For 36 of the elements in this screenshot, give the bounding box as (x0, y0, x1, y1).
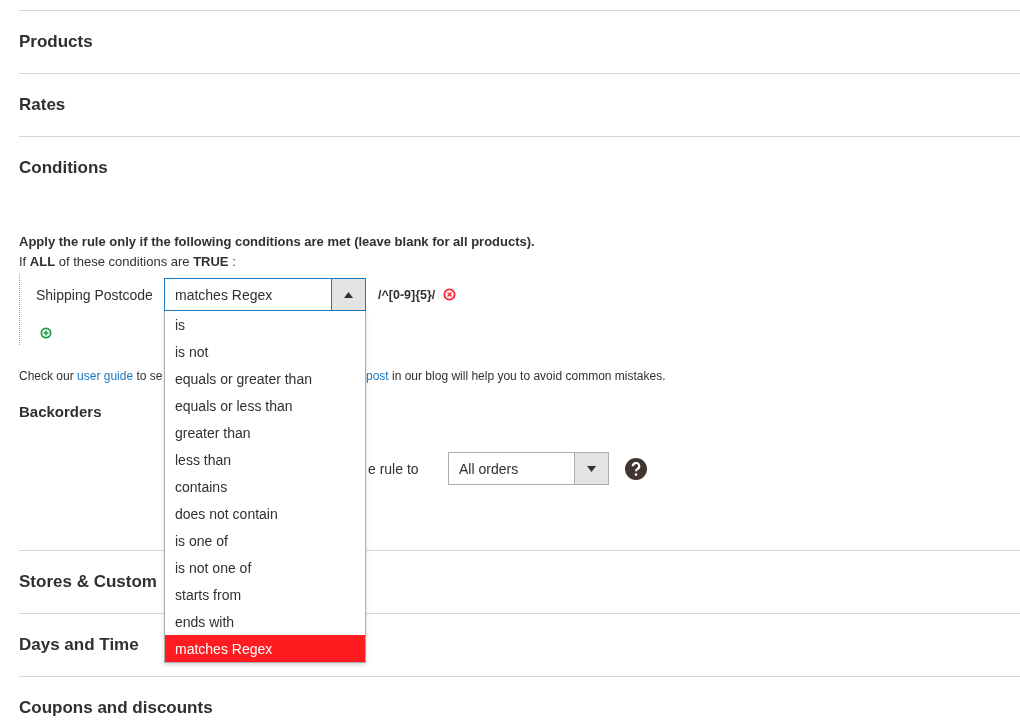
dropdown-option[interactable]: is not (165, 338, 365, 365)
help-text: Check our user guide to se (19, 369, 164, 383)
dropdown-option[interactable]: equals or greater than (165, 365, 365, 392)
dropdown-option[interactable]: less than (165, 446, 365, 473)
conditions-intro: Apply the rule only if the following conditions are met (leave blank for all products). (19, 234, 536, 249)
dropdown-option[interactable]: contains (165, 473, 365, 500)
conditions-aggregator-text: If ALL of these conditions are TRUE : (19, 254, 237, 269)
help-icon[interactable] (625, 457, 647, 480)
condition-value[interactable]: /^[0-9]{5}/ (378, 287, 436, 302)
section-title: Stores & Custom (19, 572, 157, 592)
remove-icon[interactable] (443, 288, 457, 301)
section-title: Products (19, 32, 93, 52)
operator-select[interactable]: matches Regex (164, 278, 366, 311)
dropdown-option[interactable]: does not contain (165, 500, 365, 527)
dropdown-option[interactable]: greater than (165, 419, 365, 446)
dropdown-option[interactable]: is one of (165, 527, 365, 554)
add-icon[interactable] (40, 327, 52, 339)
dropdown-option[interactable]: starts from (165, 581, 365, 608)
section-title: Rates (19, 95, 66, 115)
dropdown-option[interactable]: equals or less than (165, 392, 365, 419)
section-title: Coupons and discounts (19, 698, 213, 718)
caret-icon (344, 291, 353, 298)
help-text: post in our blog will help you to avoid common mistakes. (366, 369, 666, 383)
section-title: Days and Time (19, 635, 139, 655)
backorders-title: Backorders (19, 403, 102, 420)
post-link[interactable]: post (366, 369, 389, 383)
dropdown-option[interactable]: matches Regex (165, 635, 365, 662)
caret-icon (587, 465, 596, 472)
field-label: e rule to (368, 460, 420, 477)
dropdown-option[interactable]: is (165, 311, 365, 338)
dropdown-option[interactable]: ends with (165, 608, 365, 635)
condition-attribute: Shipping Postcode (36, 286, 154, 303)
orders-select[interactable]: All orders (448, 452, 609, 485)
section-title: Conditions (19, 158, 109, 178)
user-guide-link[interactable]: user guide (77, 369, 134, 383)
dropdown-option[interactable]: is not one of (165, 554, 365, 581)
